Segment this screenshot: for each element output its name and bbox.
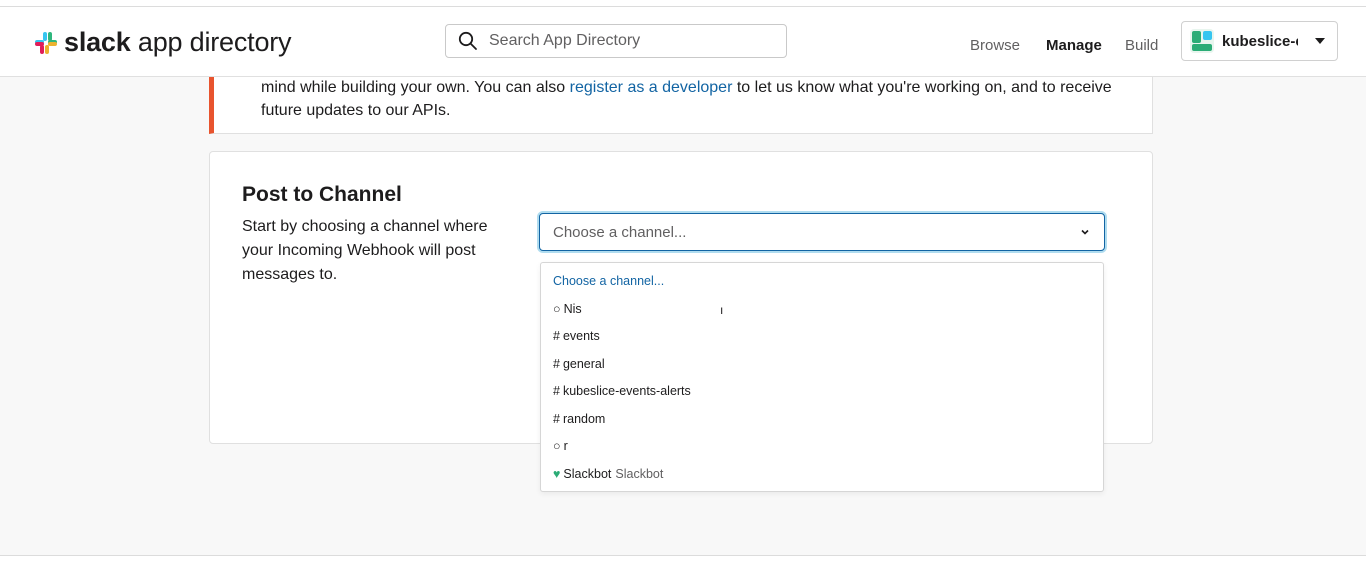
redaction-artifact: ı [720,303,724,317]
channel-select[interactable]: Choose a channel... [539,213,1105,251]
workspace-name: kubeslice-events [1222,32,1298,50]
channel-option[interactable]: # events [553,326,600,346]
heart-icon: ♥ [553,467,561,481]
card-description: Start by choosing a channel where your I… [242,218,488,283]
search-input[interactable] [487,31,781,51]
caret-down-icon [1315,38,1325,44]
search-icon [458,31,477,50]
channel-option[interactable]: # general [553,354,605,374]
workspace-switcher[interactable]: kubeslice-events [1181,21,1338,61]
channel-option[interactable]: ○ r [553,436,568,456]
channel-option[interactable]: # kubeslice-events-alerts [553,381,691,401]
channel-option[interactable]: Choose a channel... [553,271,664,291]
channel-option-slackbot[interactable]: ♥ Slackbot Slackbot [553,464,663,484]
slack-logo-icon [35,31,57,54]
notice-text: mind while building your own. You can al… [261,79,1112,119]
redacted-area [581,303,722,316]
logo-wordmark: slack app directory [64,27,292,57]
nav-browse[interactable]: Browse [970,37,1020,54]
search-box[interactable] [445,24,787,58]
slack-app-directory-logo[interactable]: slack app directory [34,27,292,58]
channel-dropdown-list: Choose a channel... ○ Nis # events # genera… [540,262,1104,492]
nav-build[interactable]: Build [1125,37,1158,54]
top-header: slack app directory Browse Manage Build … [0,7,1366,77]
workspace-avatar-icon [1190,29,1214,53]
card-title: Post to Channel [242,183,402,206]
channel-option[interactable]: # random [553,409,605,429]
channel-option[interactable]: ○ Nis [553,299,722,319]
chevron-down-icon [1081,229,1089,235]
register-developer-link[interactable]: register as a developer [570,79,733,96]
channel-select-value: Choose a channel... [553,223,687,241]
notice-banner: mind while building your own. You can al… [209,77,1153,134]
top-border [0,0,1366,7]
nav-manage[interactable]: Manage [1046,37,1102,54]
footer [0,556,1366,574]
